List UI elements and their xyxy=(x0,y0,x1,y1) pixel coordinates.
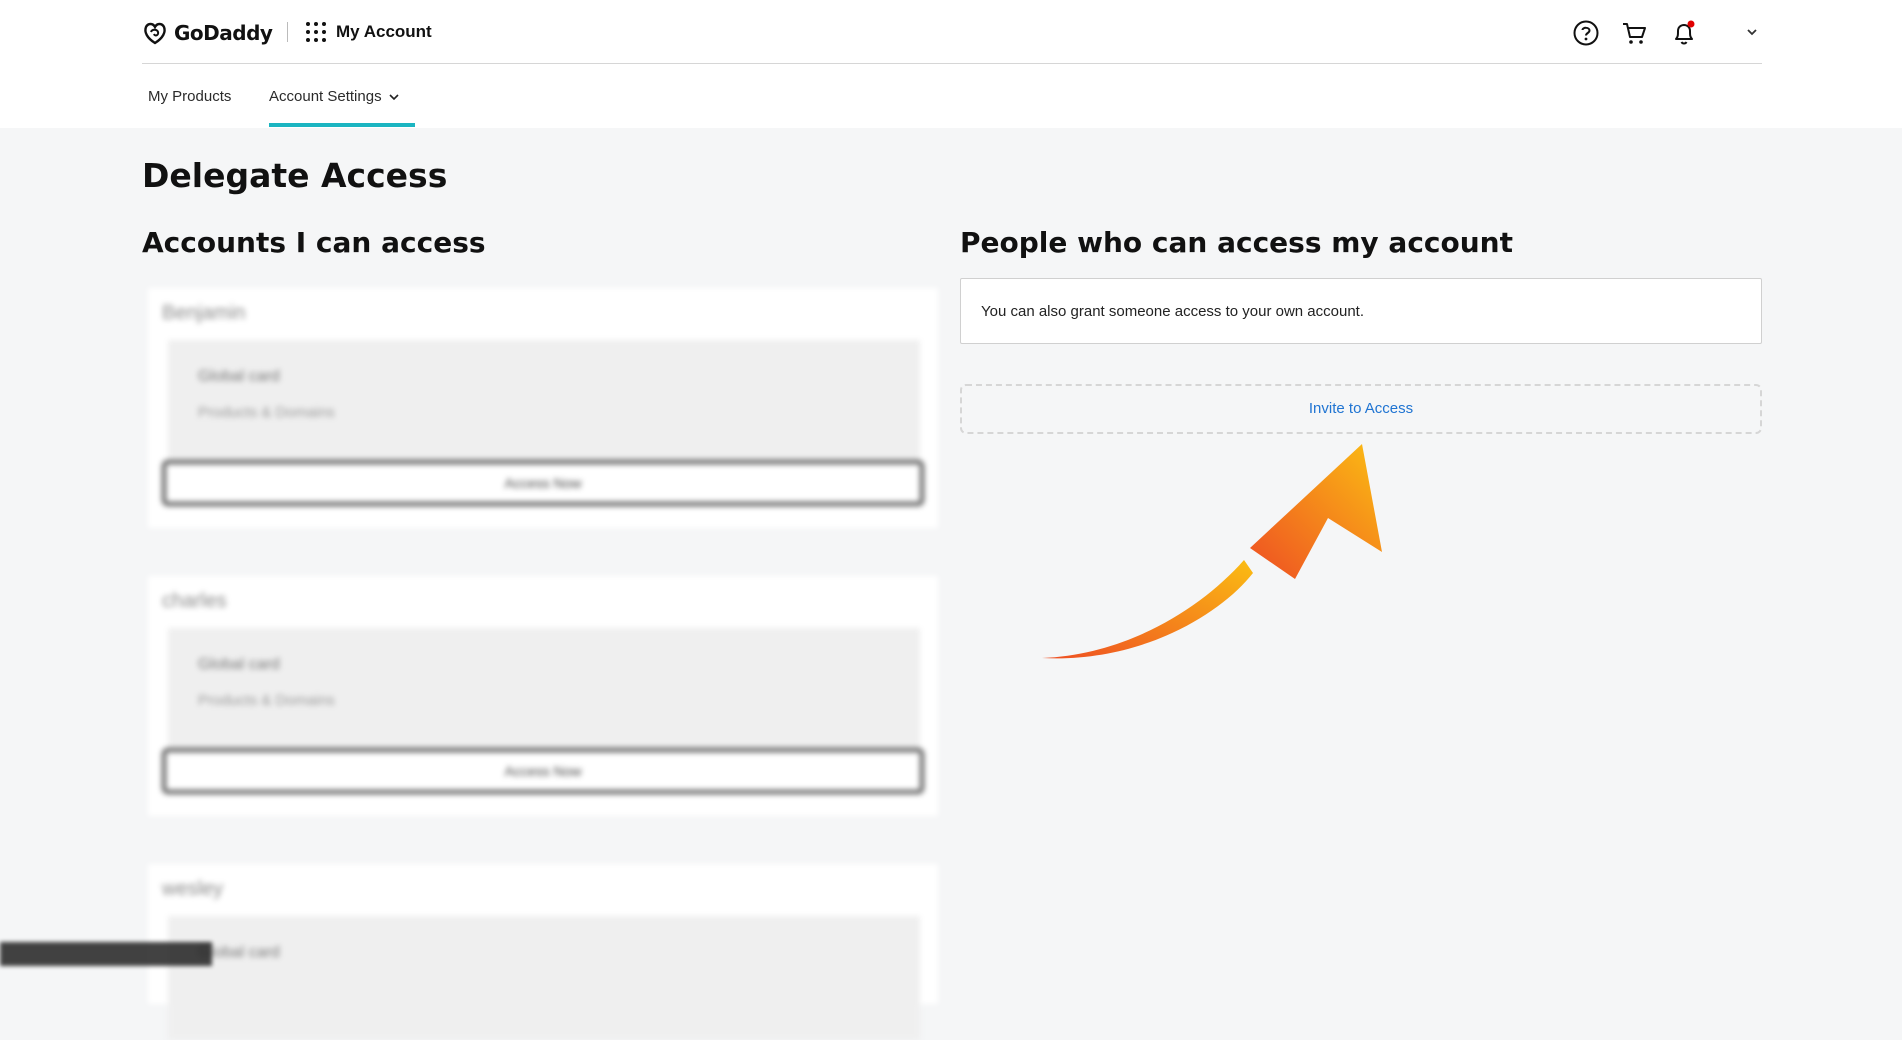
site-header: GoDaddy My Account My Products Account S… xyxy=(0,0,1902,128)
account-card: Benjamin Global card Products & Domains … xyxy=(148,288,938,528)
help-icon[interactable] xyxy=(1572,19,1600,47)
chevron-down-icon[interactable] xyxy=(1742,22,1762,42)
godaddy-logo-icon xyxy=(144,22,166,45)
access-account-button[interactable]: Access Now xyxy=(162,460,924,506)
browser-status-bar xyxy=(0,942,212,966)
top-bar: GoDaddy My Account xyxy=(142,0,1762,64)
tab-account-settings[interactable]: Account Settings xyxy=(269,88,400,105)
godaddy-logo[interactable]: GoDaddy xyxy=(142,18,273,48)
account-access-detail: Products & Domains xyxy=(198,404,335,421)
account-name: Benjamin xyxy=(162,302,246,324)
account-details: Global card xyxy=(168,916,920,1040)
cart-icon[interactable] xyxy=(1620,19,1648,47)
apps-grid-icon[interactable] xyxy=(305,21,327,43)
logo-text: GoDaddy xyxy=(174,21,273,45)
chevron-down-icon xyxy=(389,93,399,100)
access-account-button[interactable]: Access Now xyxy=(162,748,924,794)
account-name: charles xyxy=(162,590,227,612)
accounts-i-can-access-heading: Accounts I can access xyxy=(142,226,486,259)
notification-dot xyxy=(1687,20,1695,28)
bell-icon[interactable] xyxy=(1670,19,1698,47)
people-who-can-access-heading: People who can access my account xyxy=(960,226,1513,259)
account-name: wesley xyxy=(162,878,224,900)
header-divider xyxy=(287,22,288,42)
invite-to-access-button[interactable]: Invite to Access xyxy=(960,384,1762,434)
grant-access-info-box: You can also grant someone access to you… xyxy=(960,278,1762,344)
app-title[interactable]: My Account xyxy=(336,22,432,42)
grant-access-info-text: You can also grant someone access to you… xyxy=(981,303,1365,320)
account-card: charles Global card Products & Domains A… xyxy=(148,576,938,816)
account-card: wesley Global card xyxy=(148,864,938,1040)
page-title: Delegate Access xyxy=(142,156,448,195)
account-details: Global card Products & Domains xyxy=(168,628,920,752)
account-access-detail: Products & Domains xyxy=(198,692,335,709)
account-role: Global card xyxy=(198,656,280,673)
tab-my-products[interactable]: My Products xyxy=(148,88,231,105)
annotation-arrow-icon xyxy=(1042,444,1382,659)
active-tab-indicator xyxy=(269,123,415,127)
account-details: Global card Products & Domains xyxy=(168,340,920,464)
account-role: Global card xyxy=(198,368,280,385)
tab-account-settings-label: Account Settings xyxy=(269,88,382,105)
